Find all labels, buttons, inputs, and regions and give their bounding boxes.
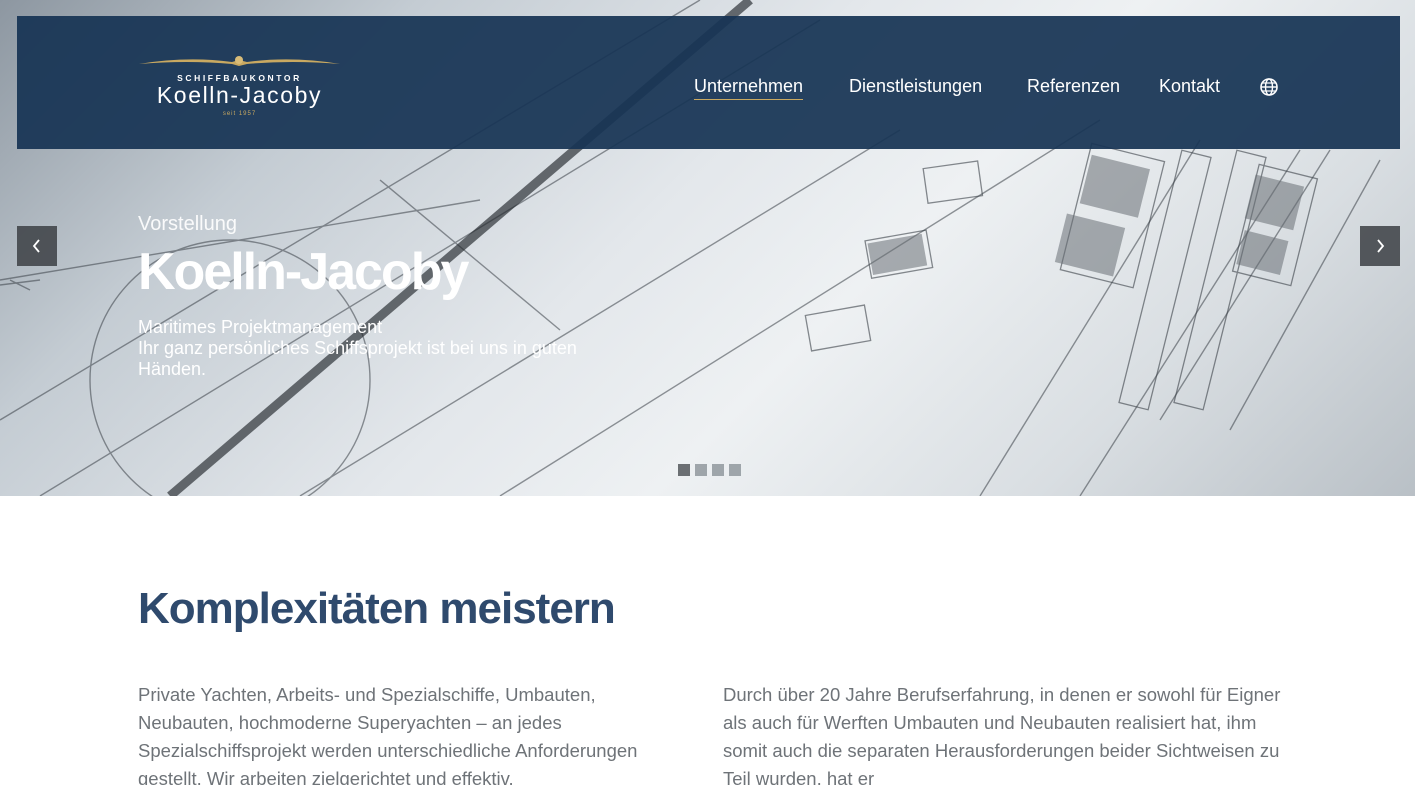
nav-item-dienstleistungen[interactable]: Dienstleistungen (849, 76, 982, 97)
nav-item-kontakt[interactable]: Kontakt (1159, 76, 1220, 97)
logo-since: seit 1957 (222, 111, 257, 117)
slide-text-line: Ihr ganz persönliches Schiffsprojekt ist… (138, 338, 577, 379)
top-navigation-bar: SCHIFFBAUKONTOR Koelln-Jacoby seit 1957 … (17, 16, 1400, 149)
globe-icon[interactable] (1260, 78, 1278, 96)
slider-pagination (678, 464, 741, 476)
logo-wings-emblem (139, 56, 340, 66)
chevron-left-icon (32, 239, 40, 253)
slider-dot-2[interactable] (695, 464, 707, 476)
company-logo[interactable]: SCHIFFBAUKONTOR Koelln-Jacoby seit 1957 (137, 54, 342, 124)
slider-prev-button[interactable] (17, 226, 57, 266)
section-title: Komplexitäten meistern (138, 584, 616, 633)
nav-item-referenzen[interactable]: Referenzen (1027, 76, 1120, 97)
nav-item-unternehmen[interactable]: Unternehmen (694, 76, 804, 100)
chevron-right-icon (1377, 239, 1385, 253)
hero-slider: SCHIFFBAUKONTOR Koelln-Jacoby seit 1957 … (0, 0, 1415, 496)
slider-dot-4[interactable] (729, 464, 741, 476)
intro-text-right: Durch über 20 Jahre Berufserfahrung, in … (723, 684, 1281, 785)
slider-dot-3[interactable] (712, 464, 724, 476)
slide-text: Maritimes Projektmanagement Ihr ganz per… (138, 317, 638, 380)
slider-dot-1[interactable] (678, 464, 690, 476)
slider-next-button[interactable] (1360, 226, 1400, 266)
slide-text-line: Maritimes Projektmanagement (138, 317, 383, 337)
slide-kicker: Vorstellung (138, 213, 237, 235)
intro-text-left: Private Yachten, Arbeits- und Spezialsch… (138, 684, 638, 785)
slide-title: Koelln-Jacoby (138, 243, 469, 301)
logo-name: Koelln-Jacoby (156, 82, 323, 108)
